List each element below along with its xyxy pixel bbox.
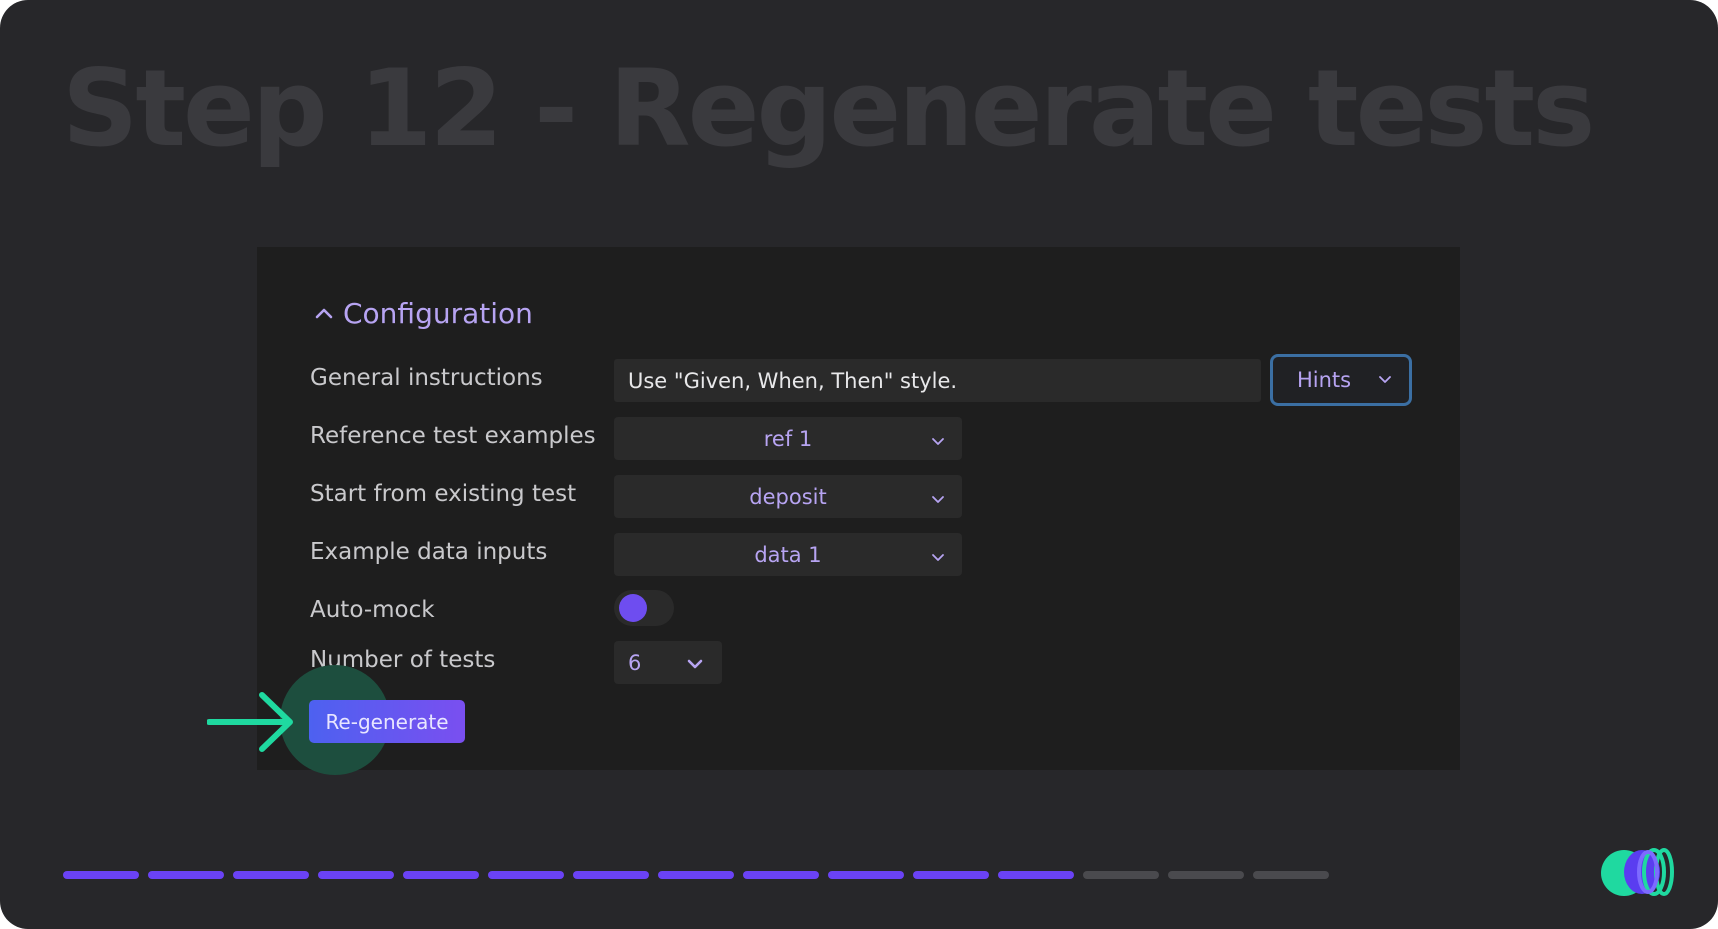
auto-mock-toggle-knob — [619, 594, 647, 622]
configuration-title: Configuration — [343, 296, 533, 330]
hints-dropdown[interactable]: Hints — [1270, 354, 1412, 406]
start-from-existing-test-value: deposit — [749, 484, 827, 509]
chevron-down-icon — [930, 546, 946, 570]
progress-segment — [828, 871, 904, 879]
example-data-inputs-label: Example data inputs — [310, 539, 548, 565]
progress-segment — [998, 871, 1074, 879]
progress-segment — [1168, 871, 1244, 879]
regenerate-button[interactable]: Re-generate — [309, 700, 465, 743]
progress-segment — [913, 871, 989, 879]
slide: Step 12 - Regenerate tests Configuration… — [0, 0, 1718, 929]
reference-test-examples-label: Reference test examples — [310, 423, 596, 449]
progress-segment — [573, 871, 649, 879]
chevron-down-icon — [930, 488, 946, 512]
configuration-panel: Configuration General instructions Use "… — [257, 247, 1460, 770]
example-data-inputs-select[interactable]: data 1 — [614, 533, 962, 576]
start-from-existing-test-label: Start from existing test — [310, 481, 577, 507]
example-data-inputs-value: data 1 — [754, 542, 822, 567]
reference-test-examples-select[interactable]: ref 1 — [614, 417, 962, 460]
reference-test-examples-value: ref 1 — [763, 426, 813, 451]
start-from-existing-test-select[interactable]: deposit — [614, 475, 962, 518]
progress-segment — [233, 871, 309, 879]
slide-headline: Step 12 - Regenerate tests — [62, 47, 1595, 170]
hints-label: Hints — [1297, 368, 1352, 392]
auto-mock-toggle[interactable] — [614, 590, 674, 626]
progress-segment — [1253, 871, 1329, 879]
number-of-tests-select[interactable]: 6 — [614, 641, 722, 684]
progress-segment — [488, 871, 564, 879]
progress-segment — [403, 871, 479, 879]
progress-segment — [318, 871, 394, 879]
configuration-collapse-toggle[interactable]: Configuration — [313, 293, 533, 333]
progress-segment — [658, 871, 734, 879]
arrow-right-icon — [206, 690, 297, 758]
general-instructions-label: General instructions — [310, 365, 543, 391]
general-instructions-input[interactable]: Use "Given, When, Then" style. — [614, 359, 1261, 402]
progress-segment — [743, 871, 819, 879]
brand-logo-icon — [1600, 845, 1680, 903]
chevron-down-icon — [686, 654, 704, 678]
step-progress — [63, 871, 1329, 879]
chevron-down-icon — [930, 430, 946, 454]
number-of-tests-value: 6 — [628, 650, 642, 675]
auto-mock-label: Auto-mock — [310, 597, 435, 623]
progress-segment — [63, 871, 139, 879]
chevron-up-icon — [313, 302, 335, 324]
progress-segment — [1083, 871, 1159, 879]
progress-segment — [148, 871, 224, 879]
chevron-down-icon — [1377, 368, 1393, 392]
